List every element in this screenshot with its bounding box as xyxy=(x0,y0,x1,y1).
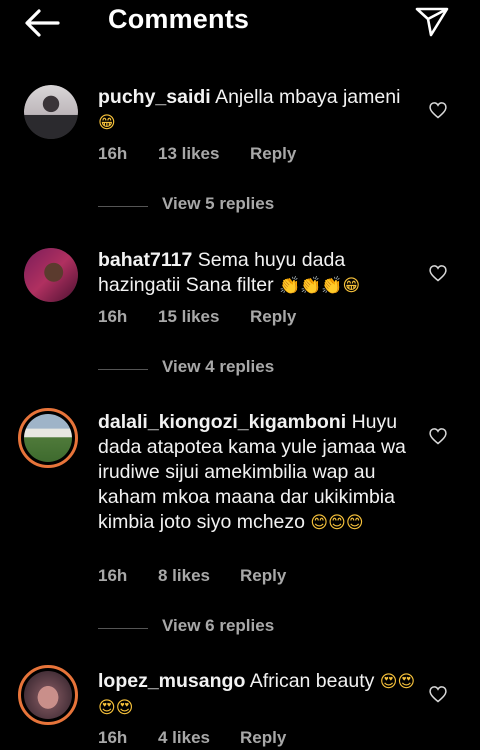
comment-text: puchy_saidi Anjella mbaya jameni 😁 xyxy=(98,85,416,136)
comment-time: 16h xyxy=(98,566,128,585)
comment-time: 16h xyxy=(98,728,128,747)
heart-icon[interactable] xyxy=(428,684,448,704)
comment-emoji: 👏👏👏😁 xyxy=(279,276,361,296)
heart-icon[interactable] xyxy=(428,263,448,283)
heart-icon[interactable] xyxy=(428,100,448,120)
comment-time: 16h xyxy=(98,144,128,163)
comment-emoji: 😁 xyxy=(98,113,116,133)
reply-button[interactable]: Reply xyxy=(250,144,296,164)
avatar[interactable] xyxy=(24,85,78,139)
comment-likes[interactable]: 13 likes xyxy=(158,144,219,164)
comment-emoji: 😊😊😊 xyxy=(310,513,364,533)
comment-username[interactable]: dalali_kiongozi_kigamboni xyxy=(98,411,346,433)
comment-text: lopez_musango African beauty 😍😍😍😍 xyxy=(98,669,416,721)
comment-likes[interactable]: 4 likes xyxy=(158,728,210,748)
comment-body: African beauty xyxy=(249,670,375,692)
avatar[interactable] xyxy=(24,248,78,302)
arrow-left-icon[interactable] xyxy=(22,6,62,40)
reply-button[interactable]: Reply xyxy=(250,307,296,327)
comment-username[interactable]: puchy_saidi xyxy=(98,86,211,108)
comment-likes[interactable]: 8 likes xyxy=(158,566,210,586)
avatar[interactable] xyxy=(18,408,78,468)
comment-body: Anjella mbaya jameni xyxy=(215,86,401,108)
comment-likes[interactable]: 15 likes xyxy=(158,307,219,327)
comment-time: 16h xyxy=(98,307,128,326)
reply-button[interactable]: Reply xyxy=(240,566,286,586)
divider-line xyxy=(98,628,148,629)
page-title: Comments xyxy=(108,4,250,34)
comment-text: bahat7117 Sema huyu dada hazingatii Sana… xyxy=(98,248,416,299)
avatar[interactable] xyxy=(18,665,78,725)
comment-username[interactable]: lopez_musango xyxy=(98,670,245,692)
divider-line xyxy=(98,369,148,370)
paper-plane-icon[interactable] xyxy=(412,4,452,38)
reply-button[interactable]: Reply xyxy=(240,728,286,748)
view-replies-button[interactable]: View 4 replies xyxy=(98,357,398,381)
comment-text: dalali_kiongozi_kigamboni Huyu dada atap… xyxy=(98,410,416,536)
comments-header: Comments xyxy=(0,0,480,46)
divider-line xyxy=(98,206,148,207)
view-replies-button[interactable]: View 6 replies xyxy=(98,616,398,640)
comment-username[interactable]: bahat7117 xyxy=(98,249,192,271)
heart-icon[interactable] xyxy=(428,426,448,446)
view-replies-button[interactable]: View 5 replies xyxy=(98,194,398,218)
